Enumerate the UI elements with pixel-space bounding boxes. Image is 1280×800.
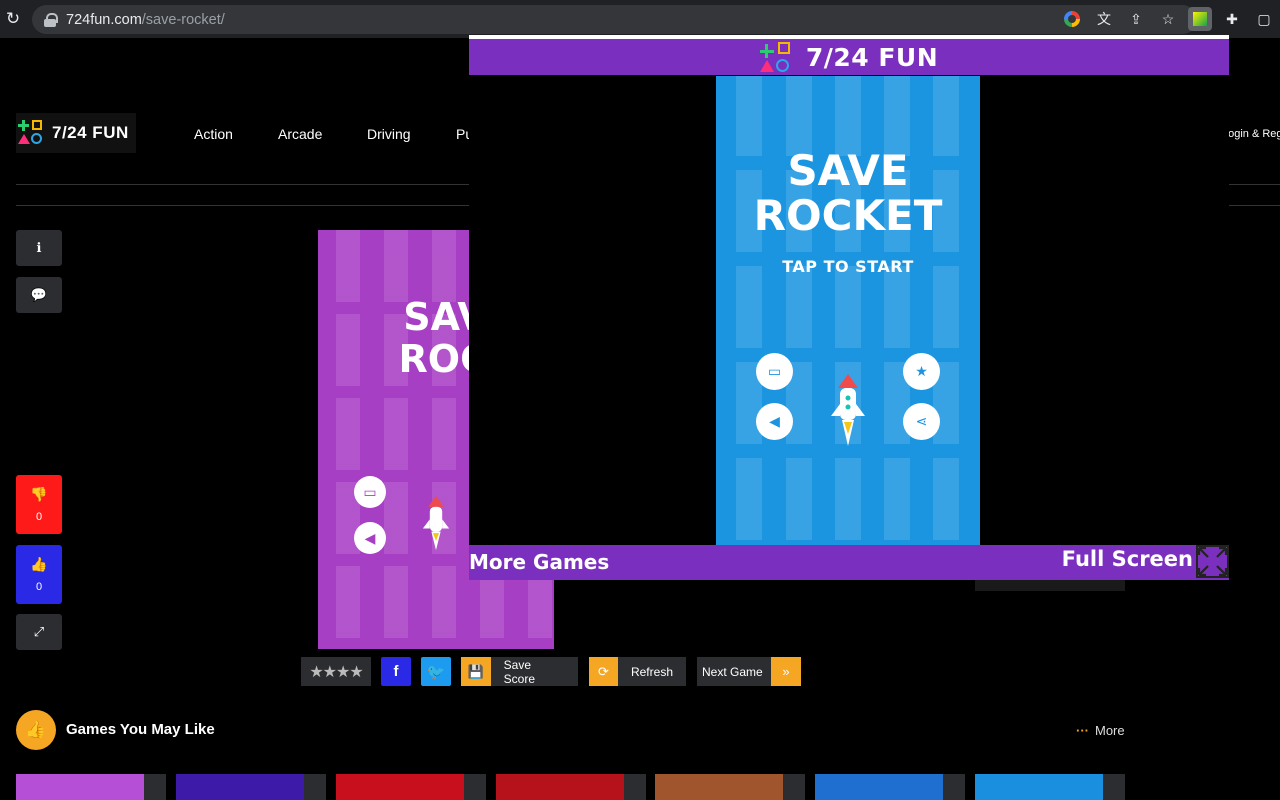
save-score-button[interactable]: 💾 Save Score [461, 657, 578, 686]
nav-action[interactable]: Action [194, 126, 233, 142]
game-thumbnail[interactable] [496, 774, 646, 800]
game-thumbnail[interactable] [16, 774, 166, 800]
translate-icon[interactable]: 文 [1088, 0, 1120, 38]
fullscreen-button[interactable]: ⤢ [16, 614, 62, 650]
next-game-button[interactable]: Next Game » [697, 657, 801, 686]
rocket-icon [831, 374, 865, 446]
sound-icon[interactable]: ◀ [354, 522, 386, 554]
game-thumbnail[interactable] [975, 774, 1125, 800]
sound-icon[interactable]: ◀ [756, 403, 793, 440]
more-dots-icon: ··· [1076, 723, 1089, 738]
browser-toolbar: ↻ 724fun.com/save-rocket/ 文 ⇪ ☆ ✚ ▢ [0, 0, 1280, 38]
next-arrows-icon: » [771, 657, 801, 686]
tap-to-start-text[interactable]: TAP TO START [716, 257, 980, 276]
url-text: 724fun.com/save-rocket/ [66, 11, 225, 28]
full-screen-icon[interactable] [1196, 545, 1229, 578]
twitter-share-button[interactable]: 🐦 [421, 657, 451, 686]
star-icon[interactable]: ★ [903, 353, 940, 390]
facebook-icon: f [393, 663, 399, 680]
facebook-share-button[interactable]: f [381, 657, 411, 686]
thumbs-down-icon: 👎 [30, 486, 48, 502]
site-logo[interactable]: 7/24 FUN [16, 113, 136, 153]
active-extension-icon[interactable] [1184, 0, 1216, 38]
extensions-puzzle-icon[interactable]: ✚ [1216, 0, 1248, 38]
section-title: Games You May Like [66, 721, 215, 738]
refresh-icon: ⟳ [589, 657, 618, 686]
info-icon: ℹ [36, 240, 42, 255]
game-title: SAVE ROCKET [753, 146, 943, 240]
rocket-icon [422, 496, 450, 551]
browser-actions: 文 ⇪ ☆ ✚ ▢ [1056, 0, 1280, 38]
side-panel-fragment [975, 580, 1125, 591]
game-thumbnail[interactable] [176, 774, 326, 800]
controls-icon[interactable]: ▭ [756, 353, 793, 390]
overlay-header-title: 7/24 FUN [805, 42, 939, 72]
lock-icon[interactable] [44, 12, 58, 27]
expand-icon: ⤢ [33, 624, 45, 639]
save-rocket-game-canvas[interactable]: SAVE ROCKET TAP TO START ▭ ◀ ★ ⋖ [716, 76, 980, 545]
game-thumbnail[interactable] [655, 774, 805, 800]
dislike-button[interactable]: 👎 0 [16, 475, 62, 534]
logo-shapes-icon [18, 119, 46, 147]
more-games-link[interactable]: ··· More [1076, 723, 1125, 738]
refresh-button[interactable]: ⟳ Refresh [589, 657, 686, 686]
nav-arcade[interactable]: Arcade [278, 126, 322, 142]
thumbs-up-icon: 👍 [30, 556, 48, 572]
share-icon[interactable]: ⇪ [1120, 0, 1152, 38]
login-register-link[interactable]: Login & Register [1222, 128, 1280, 140]
bookmark-star-icon[interactable]: ☆ [1152, 0, 1184, 38]
overlay-footer: More Games Full Screen [469, 545, 1229, 580]
game-thumbnail[interactable] [336, 774, 486, 800]
star-rating[interactable]: ★★★★ [301, 657, 371, 686]
comment-icon: 💬 [30, 287, 48, 302]
game-thumbnail[interactable] [815, 774, 965, 800]
side-panel-icon[interactable]: ▢ [1248, 0, 1280, 38]
full-screen-link[interactable]: Full Screen [1062, 547, 1193, 571]
twitter-icon: 🐦 [426, 663, 446, 681]
like-count: 0 [35, 581, 43, 593]
controls-icon[interactable]: ▭ [354, 476, 386, 508]
nav-driving[interactable]: Driving [367, 126, 411, 142]
comments-button[interactable]: 💬 [16, 277, 62, 313]
like-button[interactable]: 👍 0 [16, 545, 62, 604]
overlay-header: 7/24 FUN [469, 39, 1229, 75]
site-logo-text: 7/24 FUN [52, 123, 129, 142]
dislike-count: 0 [35, 511, 43, 523]
game-overlay: 7/24 FUN SAVE ROCKET TAP TO START ▭ ◀ ★ … [469, 35, 1229, 580]
more-games-link[interactable]: More Games [469, 550, 609, 574]
thumbs-up-icon: 👍 [16, 710, 56, 750]
share-icon[interactable]: ⋖ [903, 403, 940, 440]
save-icon: 💾 [461, 657, 491, 686]
address-bar[interactable]: 724fun.com/save-rocket/ [32, 5, 1197, 34]
google-icon[interactable] [1056, 0, 1088, 38]
info-button[interactable]: ℹ [16, 230, 62, 266]
logo-shapes-icon [759, 40, 794, 74]
reload-icon[interactable]: ↻ [0, 0, 26, 38]
